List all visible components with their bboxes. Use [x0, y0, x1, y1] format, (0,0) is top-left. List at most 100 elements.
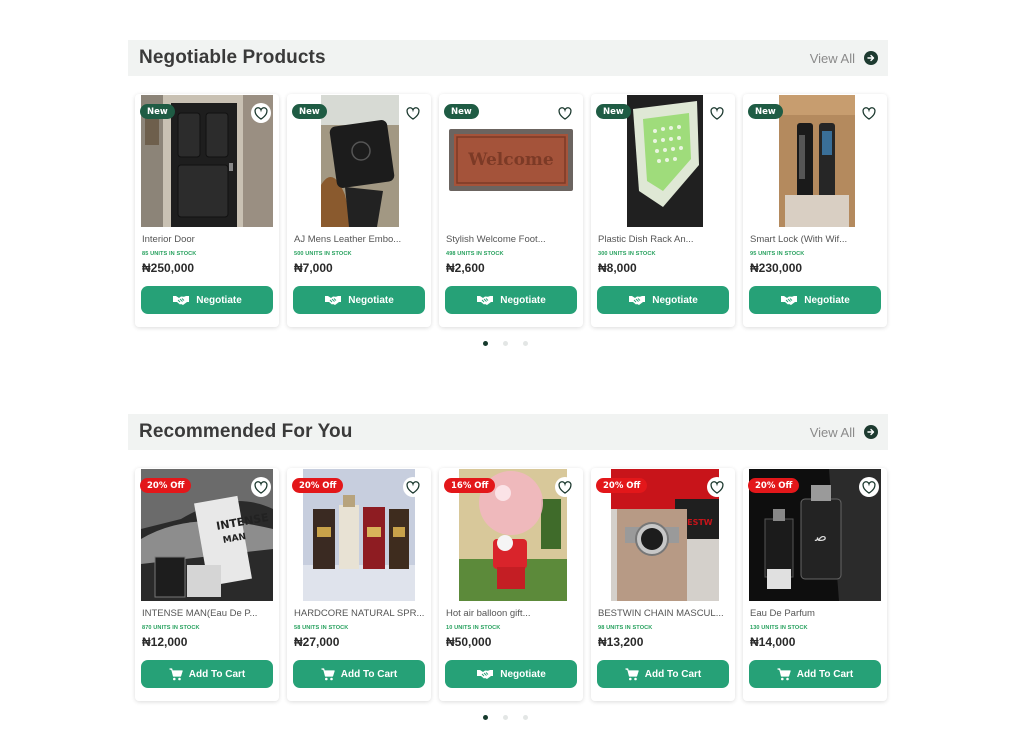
carousel-pagination	[483, 341, 528, 346]
section-title: Recommended For You	[139, 421, 353, 442]
product-price: ₦250,000	[142, 261, 195, 275]
button-label: Negotiate	[196, 294, 242, 306]
negotiate-button[interactable]: Negotiate	[445, 660, 577, 688]
product-price: ₦8,000	[598, 261, 637, 275]
product-name[interactable]: Smart Lock (With Wif...	[750, 234, 880, 245]
product-name[interactable]: Eau De Parfum	[750, 608, 880, 619]
recommended-section: Recommended For You View All INTENSE MAN	[128, 414, 888, 720]
button-label: Negotiate	[652, 294, 698, 306]
product-card[interactable]: INTENSE MAN 20% Off INTENSE MAN(Eau De P…	[135, 468, 279, 701]
button-label: Add To Cart	[340, 668, 398, 680]
stock-count: 95 UNITS IN STOCK	[750, 251, 805, 257]
new-badge: New	[292, 104, 327, 119]
carousel-pagination	[483, 715, 528, 720]
svg-text:ﺻ: ﺻ	[814, 529, 827, 545]
negotiate-button[interactable]: Negotiate	[597, 286, 729, 314]
heart-icon[interactable]	[555, 477, 575, 497]
product-price: ₦230,000	[750, 261, 803, 275]
stock-count: 58 UNITS IN STOCK	[294, 625, 349, 631]
add-to-cart-button[interactable]: Add To Cart	[293, 660, 425, 688]
view-all-label: View All	[809, 424, 855, 440]
product-card[interactable]: Welcome New Stylish Welcome Foot... 498 …	[439, 94, 583, 327]
product-card[interactable]: New AJ Mens Leather Embo... 500 UNITS IN…	[287, 94, 431, 327]
product-name[interactable]: HARDCORE NATURAL SPR...	[294, 608, 424, 619]
pagination-dot[interactable]	[523, 715, 528, 720]
heart-icon[interactable]	[859, 477, 879, 497]
heart-icon[interactable]	[707, 477, 727, 497]
negotiate-button[interactable]: Negotiate	[445, 286, 577, 314]
product-card[interactable]: 16% Off Hot air balloon gift... 10 UNITS…	[439, 468, 583, 701]
new-badge: New	[596, 104, 631, 119]
product-price: ₦50,000	[446, 635, 492, 649]
cart-icon	[625, 667, 639, 680]
heart-icon[interactable]	[403, 103, 423, 123]
discount-badge: 20% Off	[292, 478, 344, 493]
add-to-cart-button[interactable]: Add To Cart	[749, 660, 881, 688]
svg-text:Welcome: Welcome	[467, 150, 554, 170]
product-carousel: New Interior Door 85 UNITS IN STOCK ₦250…	[135, 94, 887, 327]
view-all-link[interactable]: View All	[810, 425, 878, 440]
stock-count: 498 UNITS IN STOCK	[446, 251, 504, 257]
button-label: Add To Cart	[796, 668, 854, 680]
button-label: Negotiate	[348, 294, 394, 306]
product-card[interactable]: 20% Off HARDCORE NATURAL SPR... 58 UNITS…	[287, 468, 431, 701]
heart-icon[interactable]	[859, 103, 879, 123]
discount-badge: 16% Off	[444, 478, 496, 493]
product-name[interactable]: BESTWIN CHAIN MASCUL...	[598, 608, 728, 619]
pagination-dot[interactable]	[503, 715, 508, 720]
view-all-link[interactable]: View All	[810, 51, 878, 66]
section-title: Negotiable Products	[139, 47, 326, 68]
product-price: ₦12,000	[142, 635, 188, 649]
cart-icon	[777, 667, 791, 680]
new-badge: New	[748, 104, 783, 119]
handshake-icon	[477, 670, 494, 679]
handshake-icon	[173, 296, 190, 305]
product-name[interactable]: Interior Door	[142, 234, 272, 245]
heart-icon[interactable]	[555, 103, 575, 123]
product-card[interactable]: New Smart Lock (With Wif... 95 UNITS IN …	[743, 94, 887, 327]
add-to-cart-button[interactable]: Add To Cart	[597, 660, 729, 688]
product-name[interactable]: Plastic Dish Rack An...	[598, 234, 728, 245]
view-all-label: View All	[809, 50, 855, 66]
product-card[interactable]: New Interior Door 85 UNITS IN STOCK ₦250…	[135, 94, 279, 327]
stock-count: 130 UNITS IN STOCK	[750, 625, 808, 631]
product-card[interactable]: BESTW 20% Off BESTWIN CHAIN MASCUL... 98…	[591, 468, 735, 701]
button-label: Add To Cart	[644, 668, 702, 680]
handshake-icon	[325, 296, 342, 305]
pagination-dot[interactable]	[503, 341, 508, 346]
pagination-dot[interactable]	[523, 341, 528, 346]
product-price: ₦2,600	[446, 261, 485, 275]
handshake-icon	[781, 296, 798, 305]
arrow-right-icon	[864, 51, 878, 65]
handshake-icon	[629, 296, 646, 305]
product-carousel: INTENSE MAN 20% Off INTENSE MAN(Eau De P…	[135, 468, 887, 701]
stock-count: 870 UNITS IN STOCK	[142, 625, 200, 631]
cart-icon	[169, 667, 183, 680]
product-price: ₦13,200	[598, 635, 644, 649]
product-card[interactable]: ﺻ 20% Off Eau De Parfum 130 UNITS IN STO…	[743, 468, 887, 701]
product-name[interactable]: Stylish Welcome Foot...	[446, 234, 576, 245]
cart-icon	[321, 667, 335, 680]
product-card[interactable]: New Plastic Dish Rack An... 300 UNITS IN…	[591, 94, 735, 327]
pagination-dot[interactable]	[483, 715, 488, 720]
section-header: Recommended For You View All	[128, 414, 888, 450]
negotiate-button[interactable]: Negotiate	[749, 286, 881, 314]
new-badge: New	[444, 104, 479, 119]
stock-count: 10 UNITS IN STOCK	[446, 625, 501, 631]
product-name[interactable]: INTENSE MAN(Eau De P...	[142, 608, 272, 619]
heart-icon[interactable]	[251, 103, 271, 123]
negotiate-button[interactable]: Negotiate	[293, 286, 425, 314]
heart-icon[interactable]	[707, 103, 727, 123]
product-name[interactable]: Hot air balloon gift...	[446, 608, 576, 619]
product-price: ₦27,000	[294, 635, 340, 649]
heart-icon[interactable]	[403, 477, 423, 497]
discount-badge: 20% Off	[596, 478, 648, 493]
add-to-cart-button[interactable]: Add To Cart	[141, 660, 273, 688]
stock-count: 500 UNITS IN STOCK	[294, 251, 352, 257]
pagination-dot[interactable]	[483, 341, 488, 346]
negotiate-button[interactable]: Negotiate	[141, 286, 273, 314]
product-name[interactable]: AJ Mens Leather Embo...	[294, 234, 424, 245]
stock-count: 300 UNITS IN STOCK	[598, 251, 656, 257]
stock-count: 85 UNITS IN STOCK	[142, 251, 197, 257]
heart-icon[interactable]	[251, 477, 271, 497]
